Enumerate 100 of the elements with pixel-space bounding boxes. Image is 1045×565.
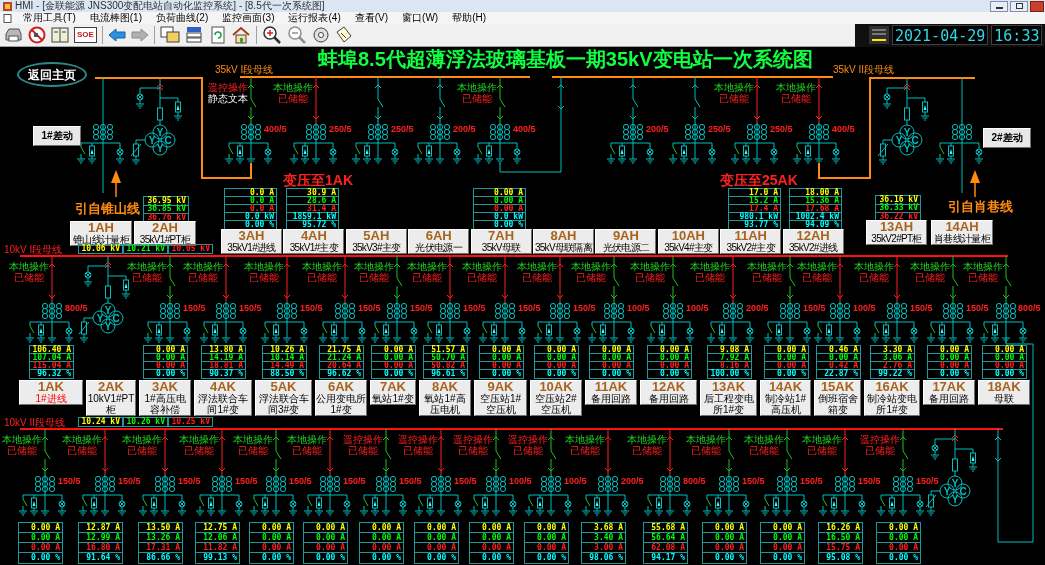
soe-button[interactable]: SOE <box>74 27 97 43</box>
differential-button[interactable]: 1#差动 <box>33 126 81 146</box>
cabinet-button[interactable]: 3AK 1#高压电容补偿 <box>139 380 191 416</box>
status-label: 已储能 <box>7 445 37 456</box>
meter-reading: 0.00 A <box>19 533 62 543</box>
mute-icon[interactable] <box>28 26 46 44</box>
cabinet-button[interactable]: 17AK 备用回路 <box>923 380 975 405</box>
meter-reading: 96.62 % <box>326 370 362 378</box>
cabinet-button[interactable]: 8AK 氧站1#高压电机 <box>419 380 471 416</box>
meter-reading: 2.76 A <box>871 362 914 370</box>
ct-ratio-label: 100/5 <box>509 477 532 486</box>
cabinet-button[interactable]: 18AK 母联 <box>978 380 1030 405</box>
close-button[interactable] <box>1030 0 1044 12</box>
home-icon[interactable] <box>230 26 251 44</box>
meter-reading: 16.50 A <box>819 533 862 543</box>
operation-mode-label: 本地操作 <box>910 261 950 272</box>
meter-reading: 0.0 kW <box>474 213 525 221</box>
cabinet-button[interactable]: 6AK 公用变电所1#变 <box>315 380 367 416</box>
menu-item[interactable]: 电流棒图(1) <box>82 12 149 24</box>
cabinet-button[interactable]: 7AH 35kV母联 <box>470 229 532 254</box>
windows-icon[interactable] <box>159 26 180 44</box>
cabinet-button[interactable]: 10AK 空压站2#空压机 <box>530 380 582 416</box>
meter-reading: 3.00 A <box>582 543 625 553</box>
cabinet-button[interactable]: 9AK 空压站1#空压机 <box>474 380 527 416</box>
list-icon[interactable] <box>869 26 889 44</box>
zoom-in-icon[interactable] <box>261 25 282 45</box>
cabinet-button[interactable]: 2AK 10kV1#PT柜 <box>86 380 136 416</box>
cabinet-button[interactable]: 11AK 备用回路 <box>585 380 637 405</box>
meter-reading: 90.37 % <box>208 370 244 378</box>
bus-label: 35kV II段母线 <box>833 65 895 75</box>
menu-item[interactable]: 帮助(H) <box>445 12 494 24</box>
meter-reading: 0.00 % <box>491 370 522 378</box>
cabinet-button[interactable]: 4AH 35kV1#主变 <box>283 229 345 254</box>
cabinet-button[interactable]: 6AH 光伏电源一 <box>408 229 470 254</box>
cabinet-button[interactable]: 5AH 35kV3#主变 <box>345 229 407 254</box>
cabinet-button[interactable]: 14AK 制冷站1#高压机 <box>760 380 811 416</box>
cabinet-button[interactable]: 8AH 35kV母联隔离 <box>533 229 594 254</box>
minimize-button[interactable] <box>990 0 1008 12</box>
cabinet-button[interactable]: 4AK 浮法联合车间1#变 <box>194 380 252 416</box>
ct-ratio-label: 150/5 <box>463 304 486 313</box>
status-label: 已储能 <box>67 445 97 456</box>
meter-reading: 0.00 A <box>525 543 568 553</box>
meter-reading: 55.68 A <box>644 523 687 533</box>
cabinet-button[interactable]: 11AH 35kV2#主变 <box>720 229 782 254</box>
menu-item[interactable]: 负荷曲线(2) <box>149 12 216 24</box>
status-label: 已储能 <box>968 272 998 283</box>
operation-mode-label: 本地操作 <box>747 261 787 272</box>
status-label: 已储能 <box>458 445 488 456</box>
ct-ratio-label: 100/5 <box>853 304 876 313</box>
cabinet-button[interactable]: 10AH 35kV4#主变 <box>657 229 719 254</box>
disc-icon[interactable] <box>311 26 330 44</box>
back-arrow-icon[interactable] <box>107 28 126 42</box>
refresh-document-icon[interactable] <box>209 26 226 44</box>
cabinet-button[interactable]: 7AK 氧站1#变 <box>370 380 416 405</box>
cabinet-button[interactable]: 14AH 肖巷线计量柜 <box>931 220 993 245</box>
diagram-title: 蚌埠8.5代超薄浮法玻璃基板一期35kV变电站一次系统图 <box>318 49 813 69</box>
printer-icon[interactable] <box>3 26 23 44</box>
menu-item[interactable]: 查看(V) <box>347 12 396 24</box>
differential-button[interactable]: 2#差动 <box>983 128 1031 148</box>
meter-reading: 21.75 A <box>320 346 363 354</box>
cabinet-button[interactable]: 9AH 光伏电源二 <box>595 229 657 254</box>
meter-reading: 0.00 A <box>19 523 62 533</box>
menu-item[interactable]: 监控画面(3) <box>215 12 282 24</box>
menu-item[interactable]: 窗口(W) <box>395 12 446 24</box>
voltage-reading: 10.26 kV <box>123 417 168 427</box>
cabinet-button[interactable]: 12AK 备用回路 <box>640 380 697 405</box>
operation-mode-label: 本地操作 <box>62 434 102 445</box>
book-icon[interactable] <box>51 26 69 44</box>
cabinet-button[interactable]: 5AK 浮法联合车间3#变 <box>255 380 312 416</box>
menu-item[interactable]: 运行报表(4) <box>281 12 348 24</box>
cabinet-button[interactable]: 13AK 后工程变电所1#变 <box>700 380 757 416</box>
window-stack-icon[interactable] <box>184 26 205 44</box>
meter-reading: 94.09 % <box>804 221 840 229</box>
status-label: 已储能 <box>749 445 779 456</box>
meter-reading: 0.00 A <box>372 354 415 362</box>
cabinet-button[interactable]: 1AH 锥山线计量柜 <box>70 221 132 246</box>
meter-reading: 106.40 A <box>30 346 73 354</box>
menu-item[interactable]: 常用工具(T) <box>16 12 83 24</box>
meter-reading: 0.00 A <box>304 543 347 553</box>
ct-ratio-label: 150/5 <box>454 477 477 486</box>
meter-reading: 93.77 % <box>743 221 779 229</box>
meter-reading: 15.75 A <box>819 543 862 553</box>
ct-ratio-label: 250/5 <box>329 125 352 134</box>
cabinet-button[interactable]: 13AH 35kV2#PT柜 <box>866 220 927 245</box>
maximize-button[interactable] <box>1010 0 1028 12</box>
notepad-icon[interactable] <box>334 26 353 44</box>
cabinet-button[interactable]: 15AK 倒班宿舍箱变 <box>814 380 861 416</box>
operation-mode-label: 本地操作 <box>571 261 611 272</box>
cabinet-button[interactable]: 12AH 35kV2#进线 <box>782 229 844 254</box>
meter-reading: 0.00 A <box>470 543 513 553</box>
cabinet-button[interactable]: 16AK 制冷站变电所1#变 <box>864 380 920 416</box>
cabinet-button[interactable]: 1AK 1#进线 <box>19 380 83 405</box>
meter-reading: 0.00 % <box>155 370 186 378</box>
cabinet-button[interactable]: 3AH 35kV1#进线 <box>221 229 282 254</box>
home-button[interactable]: 返回主页 <box>17 62 87 87</box>
status-label: 已储能 <box>132 272 162 283</box>
ct-ratio-label: 200/5 <box>621 477 644 486</box>
meter-reading: 0.00 A <box>19 543 62 553</box>
meter-reading: 0.00 % <box>714 553 745 563</box>
operation-mode-label: 遥控操作 <box>453 434 493 445</box>
